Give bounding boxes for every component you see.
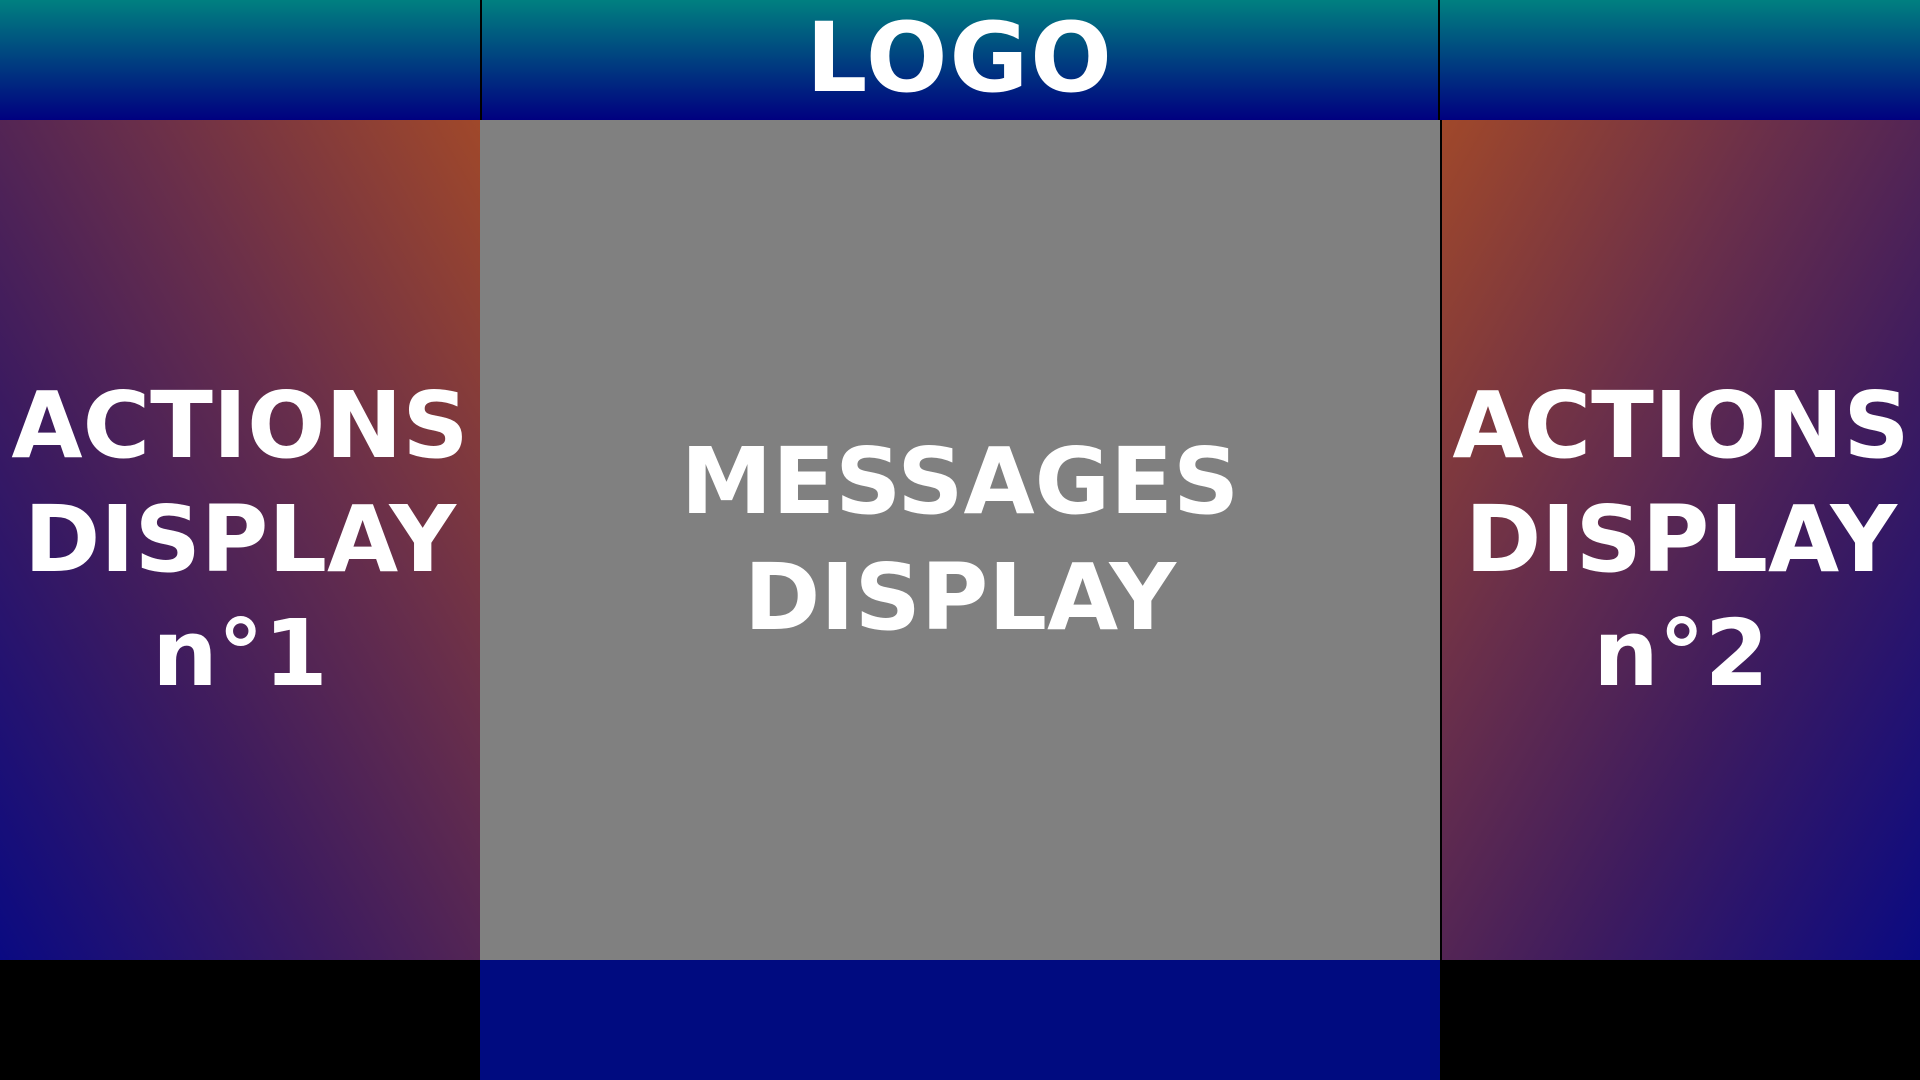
messages-display-line-1: MESSAGES <box>680 428 1240 535</box>
footer-center-panel <box>480 960 1440 1080</box>
actions-display-2: ACTIONS DISPLAY n°2 <box>1440 120 1920 960</box>
actions-display-1-line-3: n°1 <box>152 600 328 707</box>
logo: LOGO <box>806 2 1114 114</box>
actions-display-1-line-1: ACTIONS <box>11 372 469 479</box>
footer-left-panel <box>0 960 480 1080</box>
messages-display-line-2: DISPLAY <box>744 544 1176 651</box>
actions-display-2-line-2: DISPLAY <box>1465 486 1897 593</box>
actions-display-1-line-2: DISPLAY <box>24 486 456 593</box>
actions-display-2-line-1: ACTIONS <box>1452 372 1910 479</box>
header-left-panel <box>0 0 480 120</box>
actions-display-2-line-3: n°2 <box>1593 600 1769 707</box>
actions-display-1: ACTIONS DISPLAY n°1 <box>0 120 480 960</box>
logo-bar: LOGO <box>480 0 1440 120</box>
footer-right-panel <box>1440 960 1920 1080</box>
layout-screen: LOGO ACTIONS DISPLAY n°1 MESSAGES DISPLA… <box>0 0 1920 1080</box>
messages-display: MESSAGES DISPLAY <box>480 120 1440 960</box>
header-right-panel <box>1440 0 1920 120</box>
